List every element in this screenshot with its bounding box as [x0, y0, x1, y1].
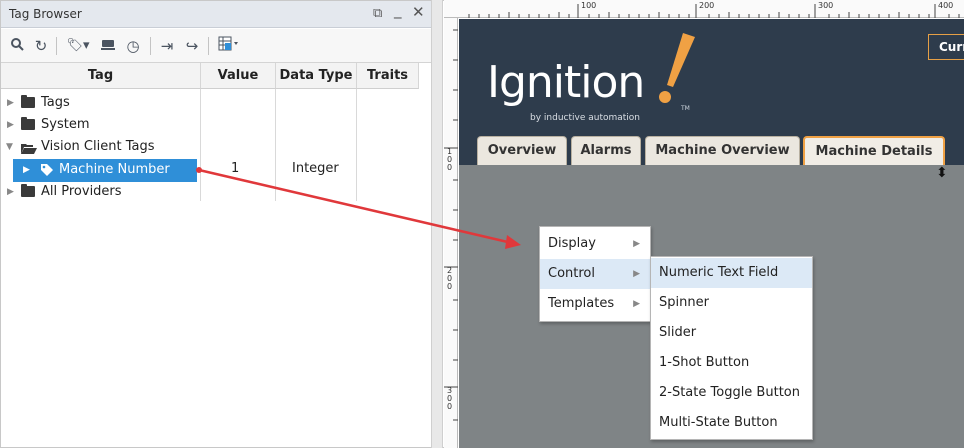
drag-arrow-icon: [196, 167, 521, 249]
